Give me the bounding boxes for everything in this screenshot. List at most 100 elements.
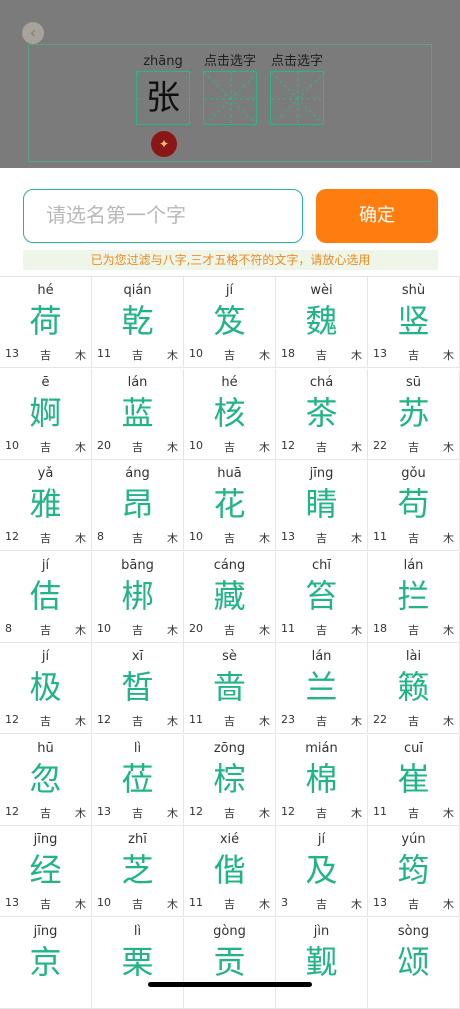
character-glyph: 偕 — [213, 851, 246, 889]
character-cell[interactable]: jí 佶 8 吉木 — [0, 551, 92, 643]
element-label: 木 — [259, 715, 270, 728]
character-glyph: 昂 — [121, 485, 154, 523]
grid-box — [270, 71, 325, 126]
luck-label: 吉 — [40, 715, 51, 728]
character-pinyin: qián — [123, 283, 152, 298]
name-cell-pinyin: 点击选字 — [203, 54, 256, 69]
character-glyph: 竖 — [397, 302, 430, 340]
back-icon[interactable]: ‹ — [22, 22, 44, 44]
name-cell-3[interactable]: 点击选字 — [268, 53, 326, 126]
character-cell[interactable]: qián 乾 11 吉木 — [92, 277, 184, 368]
character-cell[interactable]: xié 偕 11 吉木 — [184, 826, 276, 917]
luck-label: 吉 — [132, 532, 143, 545]
character-cell[interactable]: zōng 棕 12 吉木 — [184, 734, 276, 826]
character-cell[interactable]: jīng 睛 13 吉木 — [276, 460, 368, 551]
character-cell[interactable]: cáng 藏 20 吉木 — [184, 551, 276, 643]
name-cell-pinyin: zhāng — [143, 54, 183, 69]
character-cell[interactable]: shù 竖 13 吉木 — [368, 277, 460, 368]
name-cell-1[interactable]: zhāng 张 — [134, 53, 192, 126]
character-cell[interactable]: lán 兰 23 吉木 — [276, 643, 368, 734]
character-glyph: 笈 — [213, 302, 246, 340]
character-cell[interactable]: huā 花 10 吉木 — [184, 460, 276, 551]
luck-label: 吉 — [224, 623, 235, 637]
character-cell[interactable]: zhī 芝 10 吉木 — [92, 826, 184, 917]
element-label: 木 — [351, 532, 362, 545]
fortune-badge-icon[interactable]: ✦ — [151, 131, 177, 157]
character-cell[interactable]: mián 棉 12 吉木 — [276, 734, 368, 826]
character-cell[interactable]: jīng 经 13 吉木 — [0, 826, 92, 917]
character-pinyin: jí — [225, 283, 234, 298]
character-pinyin: hé — [37, 283, 54, 298]
search-input[interactable]: 请选名第一个字 — [23, 189, 303, 243]
character-cell[interactable]: chá 茶 12 吉木 — [276, 368, 368, 460]
header-overlay: ‹ zhāng 张 ✦ 点击选字 点击选字 — [0, 0, 460, 168]
character-glyph: 荷 — [29, 302, 62, 340]
character-cell[interactable]: xī 晳 12 吉木 — [92, 643, 184, 734]
character-cell[interactable]: yǎ 雅 12 吉木 — [0, 460, 92, 551]
character-cell[interactable]: lán 拦 18 吉木 — [368, 551, 460, 643]
character-cell[interactable]: hé 荷 13 吉木 — [0, 277, 92, 368]
character-cell[interactable]: yún 筠 13 吉木 — [368, 826, 460, 917]
character-cell[interactable]: áng 昂 8 吉木 — [92, 460, 184, 551]
element-label: 木 — [167, 806, 178, 820]
element-label: 木 — [443, 440, 454, 454]
luck-label: 吉 — [408, 623, 419, 637]
character-glyph: 栗 — [121, 942, 154, 981]
character-cell[interactable]: jí 笈 10 吉木 — [184, 277, 276, 368]
element-label: 木 — [259, 440, 270, 454]
grid-box — [203, 71, 258, 126]
character-cell[interactable]: hū 忽 12 吉木 — [0, 734, 92, 826]
element-label: 木 — [351, 349, 362, 362]
character-glyph: 崔 — [397, 759, 430, 798]
character-cell[interactable]: gǒu 苟 11 吉木 — [368, 460, 460, 551]
character-glyph: 拦 — [397, 576, 430, 615]
character-glyph: 极 — [29, 668, 62, 706]
character-pinyin: jí — [41, 649, 50, 664]
name-cell-2[interactable]: 点击选字 — [201, 53, 259, 126]
character-cell[interactable]: lì 栗 — [92, 917, 184, 1009]
character-pinyin: lài — [405, 649, 422, 664]
element-label: 木 — [75, 349, 86, 362]
confirm-button[interactable]: 确定 — [316, 189, 438, 243]
character-cell[interactable]: wèi 魏 18 吉木 — [276, 277, 368, 368]
character-cell[interactable]: lài 籁 22 吉木 — [368, 643, 460, 734]
character-cell[interactable]: lì 莅 13 吉木 — [92, 734, 184, 826]
character-cell[interactable]: hé 核 10 吉木 — [184, 368, 276, 460]
element-label: 木 — [259, 532, 270, 545]
character-cell[interactable]: jìn 觐 — [276, 917, 368, 1009]
element-label: 木 — [75, 440, 86, 454]
character-cell[interactable]: sè 啬 11 吉木 — [184, 643, 276, 734]
character-cell[interactable]: jīng 京 — [0, 917, 92, 1009]
character-cell[interactable]: jí 及 3 吉木 — [276, 826, 368, 917]
character-cell[interactable]: chī 笞 11 吉木 — [276, 551, 368, 643]
character-cell[interactable]: bāng 梆 10 吉木 — [92, 551, 184, 643]
luck-label: 吉 — [408, 349, 419, 362]
element-label: 木 — [75, 715, 86, 728]
character-cell[interactable]: jí 极 12 吉木 — [0, 643, 92, 734]
luck-label: 吉 — [40, 349, 51, 362]
character-glyph: 棕 — [213, 759, 246, 798]
character-cell[interactable]: gòng 贡 — [184, 917, 276, 1009]
character-glyph: 核 — [213, 393, 246, 432]
character-cell[interactable]: lán 蓝 20 吉木 — [92, 368, 184, 460]
character-glyph: 忽 — [29, 759, 62, 798]
luck-label: 吉 — [132, 623, 143, 637]
element-label: 木 — [167, 440, 178, 454]
character-pinyin: lán — [311, 649, 332, 664]
character-pinyin: lì — [133, 740, 142, 756]
luck-label: 吉 — [40, 623, 51, 637]
element-label: 木 — [259, 623, 270, 637]
character-cell[interactable]: cuī 崔 11 吉木 — [368, 734, 460, 826]
character-pinyin: xī — [131, 649, 144, 664]
character-glyph: 棉 — [305, 759, 338, 798]
character-glyph: 莅 — [121, 759, 154, 798]
element-label: 木 — [167, 532, 178, 545]
character-cell[interactable]: sòng 颂 — [368, 917, 460, 1009]
character-cell[interactable]: ē 婀 10 吉木 — [0, 368, 92, 460]
character-pinyin: hū — [37, 740, 54, 756]
character-pinyin: sòng — [397, 923, 430, 939]
character-cell[interactable]: sū 苏 22 吉木 — [368, 368, 460, 460]
character-glyph: 藏 — [213, 576, 246, 615]
character-pinyin: sè — [222, 649, 237, 664]
character-glyph: 雅 — [29, 485, 62, 523]
